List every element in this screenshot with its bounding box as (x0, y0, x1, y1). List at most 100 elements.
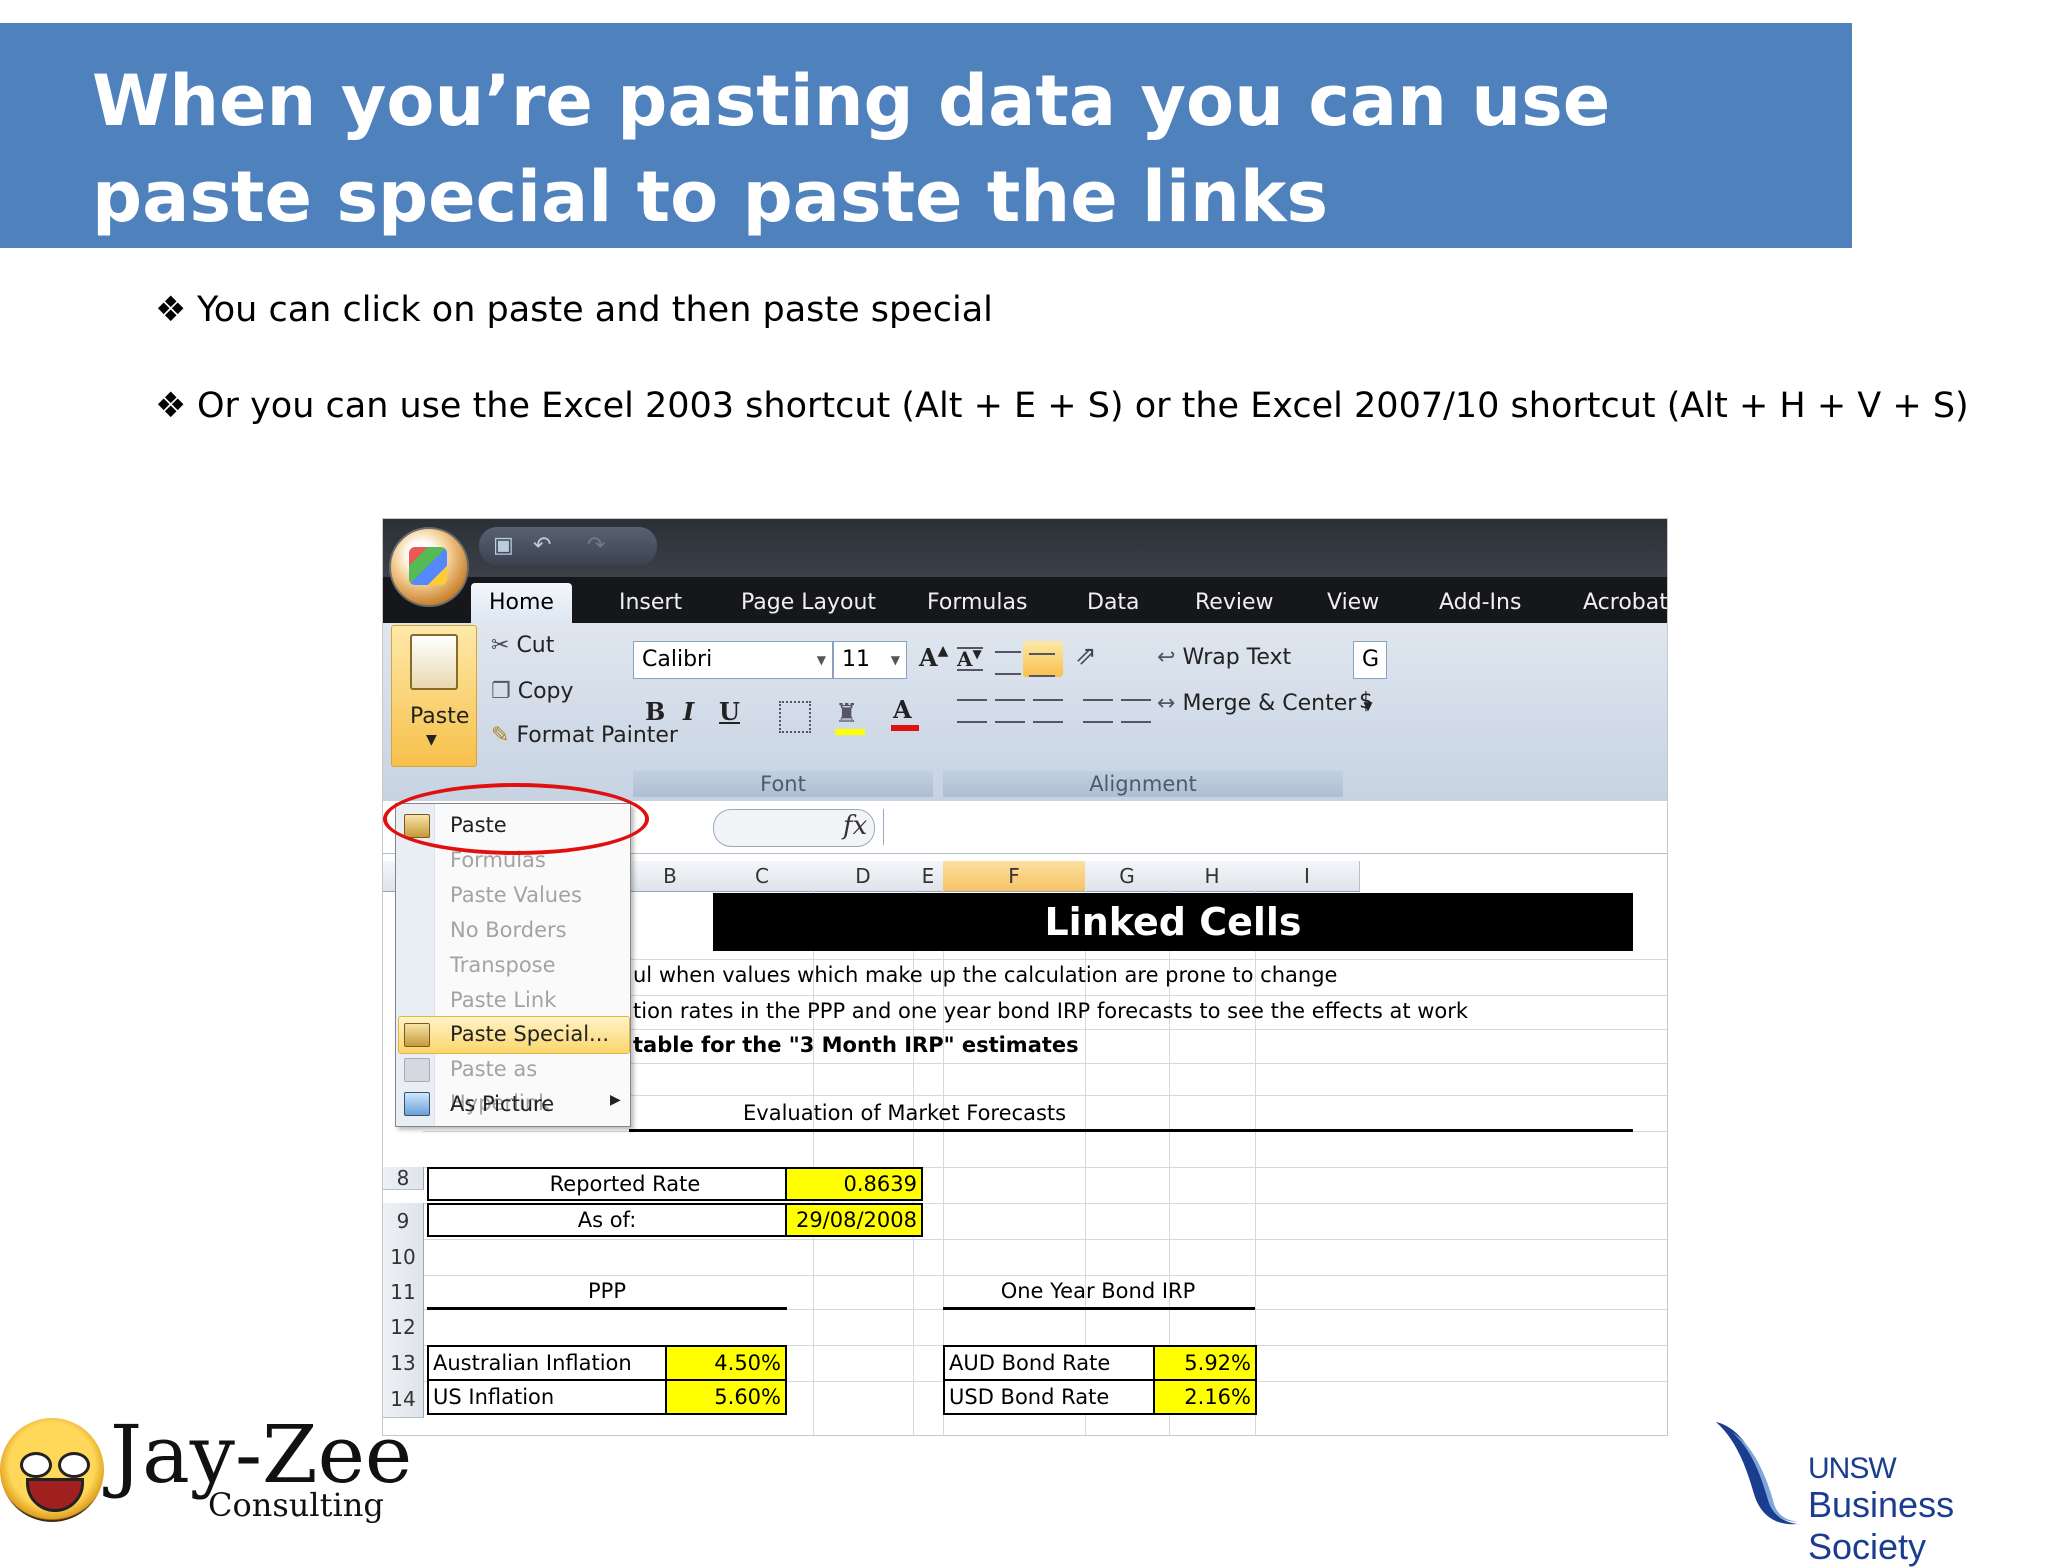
number-format-select[interactable]: G (1353, 641, 1387, 679)
menu-item-paste-special[interactable]: Paste Special... (450, 1017, 609, 1051)
column-header-h[interactable]: H (1169, 861, 1256, 892)
office-button[interactable] (389, 527, 469, 607)
sheet-text-line3: table for the "3 Month IRP" estimates (633, 1033, 1079, 1057)
wrap-text-button[interactable]: ↩ Wrap Text (1157, 645, 1291, 670)
usd-bond-label[interactable]: USD Bond Rate (943, 1379, 1155, 1415)
slide-title: When you’re pasting data you can use pas… (92, 60, 1611, 238)
brush-icon: ✎ (491, 723, 510, 748)
bullet-glyph: ❖ (155, 290, 187, 330)
linked-cells-heading: Linked Cells (713, 893, 1633, 951)
aus-inflation-value[interactable]: 4.50% (665, 1345, 787, 1381)
italic-icon[interactable]: I (683, 697, 694, 726)
as-of-label[interactable]: As of: (427, 1203, 787, 1237)
us-inflation-value[interactable]: 5.60% (665, 1379, 787, 1415)
align-left-icon[interactable] (957, 699, 987, 723)
copy-icon: ❐ (491, 679, 511, 704)
tab-page-layout[interactable]: Page Layout (741, 583, 876, 623)
as-of-value[interactable]: 29/08/2008 (785, 1203, 923, 1237)
aud-bond-label[interactable]: AUD Bond Rate (943, 1345, 1155, 1381)
excel-title-bar: ▣ ↶ ↷ (383, 519, 1667, 577)
align-right-icon[interactable] (1033, 699, 1063, 723)
formula-input[interactable] (883, 809, 1667, 845)
column-header-f[interactable]: F (943, 861, 1086, 892)
ribbon: Paste ▼ ✂ Cut ❐ Copy ✎ Format Painter Ca… (383, 623, 1667, 801)
orientation-icon[interactable]: ⇗ (1075, 641, 1097, 671)
reported-rate-value[interactable]: 0.8639 (785, 1167, 923, 1201)
scissors-icon: ✂ (491, 633, 510, 658)
reported-rate-label[interactable]: Reported Rate (427, 1167, 823, 1201)
gridline (423, 1275, 1667, 1276)
tab-home[interactable]: Home (471, 583, 572, 623)
unsw-swoosh-logo (1716, 1422, 1798, 1525)
row-header-11[interactable]: 11 (383, 1275, 424, 1310)
merge-center-label: Merge & Center (1182, 691, 1357, 716)
menu-item-no-borders[interactable]: No Borders (450, 913, 567, 947)
column-header-d[interactable]: D (813, 861, 914, 892)
tab-formulas[interactable]: Formulas (927, 583, 1027, 623)
align-middle-icon[interactable] (995, 651, 1021, 675)
alignment-group-label: Alignment (943, 771, 1343, 797)
column-header-e[interactable]: E (913, 861, 944, 892)
row-header-13[interactable]: 13 (383, 1345, 424, 1382)
fill-color-icon[interactable]: ♜ (835, 699, 865, 735)
font-group-label: Font (633, 771, 933, 797)
menu-item-paste-as-hyperlink[interactable]: Paste as Hyperlink (450, 1052, 630, 1115)
chevron-down-icon: ▼ (426, 732, 437, 748)
grow-font-icon[interactable]: A▲ (919, 643, 948, 672)
save-icon[interactable]: ▣ (493, 533, 514, 558)
font-size-select[interactable]: 11 ▼ (833, 641, 907, 679)
row-header-9[interactable]: 9 (383, 1203, 424, 1240)
row-header-8[interactable]: 8 (383, 1167, 424, 1190)
align-bottom-icon (1029, 653, 1055, 677)
borders-icon[interactable] (779, 701, 811, 733)
bullet-glyph: ❖ (155, 386, 187, 426)
logo-eye (20, 1452, 52, 1478)
bold-icon[interactable]: B (645, 697, 665, 726)
menu-item-paste-values[interactable]: Paste Values (450, 878, 582, 912)
menu-item-transpose[interactable]: Transpose (450, 948, 556, 982)
tab-review[interactable]: Review (1195, 583, 1274, 623)
menu-item-as-picture[interactable]: As Picture (450, 1087, 554, 1121)
undo-icon[interactable]: ↶ (533, 533, 551, 558)
font-name-select[interactable]: Calibri ▼ (633, 641, 833, 679)
decrease-indent-icon[interactable] (1083, 699, 1113, 723)
row-header-12[interactable]: 12 (383, 1309, 424, 1346)
tab-data[interactable]: Data (1087, 583, 1140, 623)
column-header-b[interactable]: B (629, 861, 712, 892)
tab-insert[interactable]: Insert (619, 583, 682, 623)
cut-button[interactable]: ✂ Cut (491, 633, 554, 658)
column-header-c[interactable]: C (711, 861, 814, 892)
tab-view[interactable]: View (1327, 583, 1379, 623)
align-bottom-button[interactable] (1023, 641, 1063, 677)
copy-button[interactable]: ❐ Copy (491, 679, 574, 704)
format-painter-button[interactable]: ✎ Format Painter (491, 723, 678, 748)
column-header-g[interactable]: G (1085, 861, 1170, 892)
us-inflation-label[interactable]: US Inflation (427, 1379, 667, 1415)
usd-bond-value[interactable]: 2.16% (1153, 1379, 1257, 1415)
row-header-10[interactable]: 10 (383, 1239, 424, 1276)
align-top-icon[interactable] (957, 647, 983, 671)
aud-bond-value[interactable]: 5.92% (1153, 1345, 1257, 1381)
clipboard-icon (410, 634, 458, 690)
tab-acrobat[interactable]: Acrobat (1583, 583, 1667, 623)
bullet-text: Or you can use the Excel 2003 shortcut (… (197, 386, 1969, 426)
bullet-text: You can click on paste and then paste sp… (197, 290, 993, 330)
ppp-underline (427, 1307, 787, 1310)
underline-icon[interactable]: U (719, 697, 740, 726)
bond-irp-underline (943, 1307, 1255, 1310)
merge-center-button[interactable]: ↔ Merge & Center ▼ (1157, 691, 1373, 716)
font-color-icon[interactable]: A (891, 695, 919, 731)
wrap-text-icon: ↩ (1157, 645, 1176, 670)
increase-indent-icon[interactable] (1121, 699, 1151, 723)
column-header-i[interactable]: I (1255, 861, 1360, 892)
menu-item-paste-link[interactable]: Paste Link (450, 983, 556, 1017)
ppp-title: PPP (588, 1279, 626, 1303)
paste-button[interactable]: Paste ▼ (391, 625, 477, 767)
tab-add-ins[interactable]: Add-Ins (1439, 583, 1521, 623)
redo-icon[interactable]: ↷ (587, 533, 605, 558)
insert-function-icon[interactable]: fx (843, 811, 867, 841)
align-center-icon[interactable] (995, 699, 1025, 723)
currency-icon[interactable]: $ (1359, 689, 1373, 714)
aus-inflation-label[interactable]: Australian Inflation (427, 1345, 667, 1381)
submenu-arrow-icon: ▶ (610, 1092, 621, 1108)
